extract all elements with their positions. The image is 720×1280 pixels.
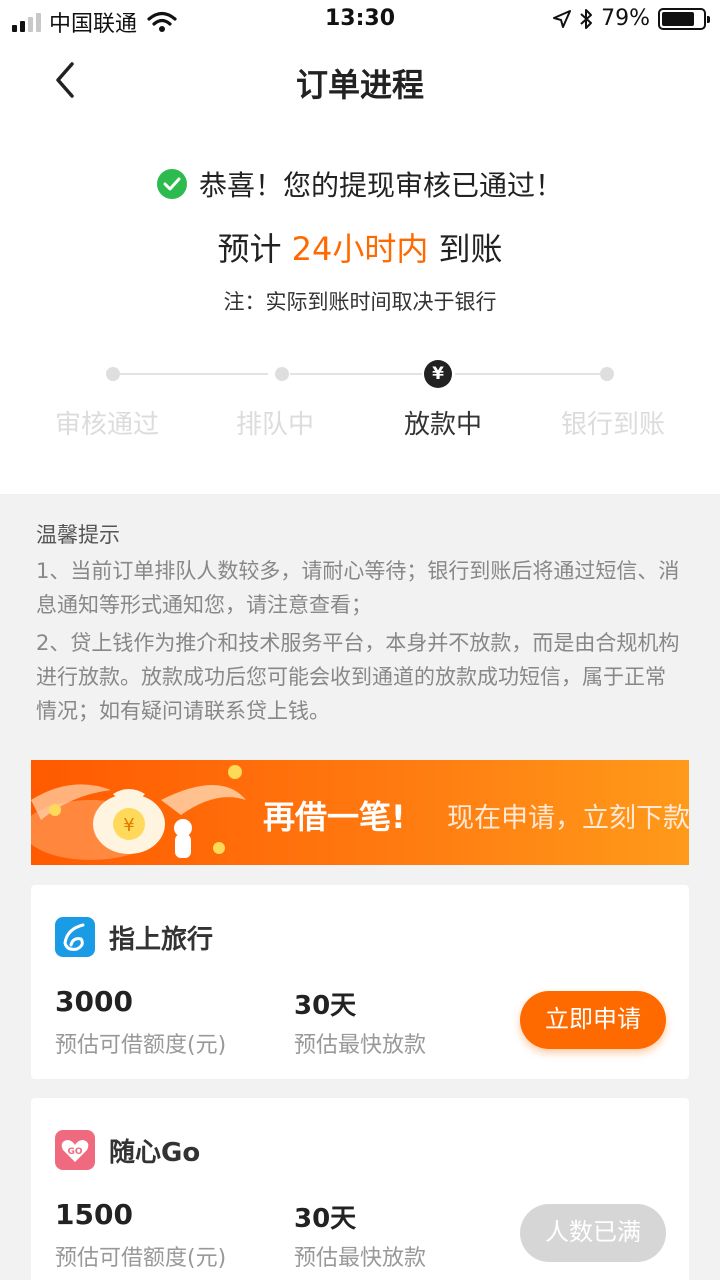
step-label-1: 审核通过: [54, 410, 159, 440]
suixin-go-logo-icon: GO: [55, 1130, 95, 1170]
step-label-2: 排队中: [235, 410, 314, 440]
borrow-again-banner[interactable]: ¥ 再借一笔! 现在申请，立刻下款: [31, 760, 689, 865]
battery-icon: [658, 7, 710, 30]
loan-days: 30天: [294, 1204, 357, 1234]
approval-message: 恭喜！您的提现审核已通过！: [0, 164, 720, 204]
tips-title: 温馨提示: [36, 523, 120, 547]
page-title: 订单进程: [295, 66, 424, 104]
step-active-yuan-icon: ¥: [424, 360, 452, 388]
banner-subtitle: 现在申请，立刻下款: [447, 803, 689, 834]
status-bar: 中国联通 13:30 79%: [0, 0, 720, 40]
step-connector: [290, 373, 422, 375]
nav-bar: 订单进程: [0, 40, 720, 120]
tips-item-1: 1、当前订单排队人数较多，请耐心等待；银行到账后将通过短信、消息通知等形式通知您…: [36, 559, 680, 617]
approval-text: 恭喜！您的提现审核已通过！: [198, 169, 563, 202]
loan-amount-label: 预估可借额度(元): [55, 1033, 227, 1058]
product-card: 指上旅行 3000 预估可借额度(元) 30天 预估最快放款 立即申请: [31, 885, 689, 1079]
product-name: 随心Go: [109, 1138, 201, 1168]
loan-amount: 3000: [55, 985, 133, 1018]
check-circle-icon: [156, 169, 187, 199]
arrival-note: 注：实际到账时间取决于银行: [223, 290, 497, 314]
step-connector: [120, 373, 268, 375]
zhishang-travel-logo-icon: [55, 917, 95, 957]
step-label-4: 银行到账: [560, 410, 665, 440]
svg-text:GO: GO: [67, 1147, 82, 1157]
eta-line: 预计 24小时内 到账: [0, 224, 720, 270]
bluetooth-icon: [580, 8, 593, 29]
progress-steps: ¥ 审核通过 排队中 放款中 银行到账: [0, 360, 720, 450]
tips-item-2: 2、贷上钱作为推介和技术服务平台，本身并不放款，而是由合规机构进行放款。放款成功…: [36, 631, 680, 723]
step-dot-2: [275, 367, 289, 381]
apply-now-button[interactable]: 立即申请: [520, 991, 666, 1049]
step-dot-1: [106, 367, 120, 381]
loan-days-label: 预估最快放款: [294, 1246, 427, 1271]
status-right: 79%: [553, 6, 710, 31]
step-connector: [455, 373, 600, 375]
eta-prefix: 预计: [217, 230, 292, 268]
money-bag-illustration: ¥: [31, 765, 246, 860]
product-card: GO 随心Go 1500 预估可借额度(元) 30天 预估最快放款 人数已满: [31, 1098, 689, 1280]
loan-days-label: 预估最快放款: [294, 1033, 427, 1058]
step-dot-4: [600, 367, 614, 381]
quota-full-button[interactable]: 人数已满: [520, 1204, 666, 1262]
svg-text:¥: ¥: [123, 815, 134, 836]
product-name: 指上旅行: [109, 925, 214, 955]
loan-days: 30天: [294, 991, 357, 1021]
battery-percent: 79%: [601, 6, 650, 31]
location-arrow-icon: [553, 9, 572, 28]
loan-amount: 1500: [55, 1198, 133, 1231]
tips-section: 温馨提示 1、当前订单排队人数较多，请耐心等待；银行到账后将通过短信、消息通知等…: [36, 518, 686, 732]
eta-highlight: 24小时内: [291, 230, 429, 268]
loan-amount-label: 预估可借额度(元): [55, 1246, 227, 1271]
result-section: 恭喜！您的提现审核已通过！ 预计 24小时内 到账 注：实际到账时间取决于银行 …: [0, 120, 720, 494]
step-label-3: 放款中: [403, 410, 482, 440]
banner-title: 再借一笔!: [263, 798, 406, 836]
eta-suffix: 到账: [428, 230, 503, 268]
